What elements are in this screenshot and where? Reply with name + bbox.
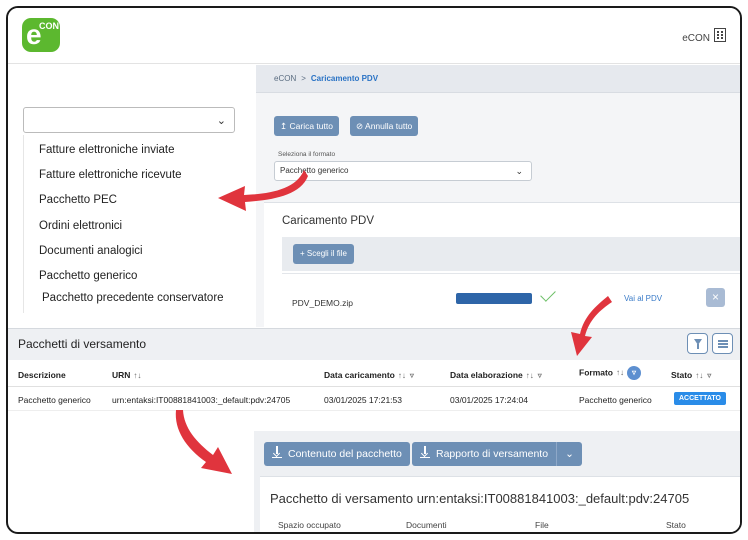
cancel-all-button[interactable]: ⊘ Annulla tutto <box>350 116 419 136</box>
cell-data-elaborazione: 03/01/2025 17:24:04 <box>450 395 528 405</box>
status-badge: ACCETTATO <box>674 392 726 405</box>
col-descrizione[interactable]: Descrizione <box>18 370 66 380</box>
plus-icon: + <box>300 249 305 258</box>
menu-icon <box>718 340 728 342</box>
sidebar-item-fatture-inviate[interactable]: Fatture elettroniche inviate <box>39 144 175 156</box>
pacchetti-header: Pacchetti di versamento <box>8 328 740 360</box>
col-data-elaborazione[interactable]: Data elaborazione ↑↓ ▿ <box>450 370 542 380</box>
col-data-elaborazione-label: Data elaborazione <box>450 370 523 380</box>
cell-urn: urn:entaksi:IT00881841003:_default:pdv:2… <box>112 395 291 405</box>
upload-panel: eCON > Caricamento PDV ↥ Carica tutto ⊘ An… <box>256 65 740 327</box>
upload-card: Caricamento PDV + Scegli il file PDV_DEM… <box>264 202 740 327</box>
file-row: PDV_DEMO.zip Vai al PDV × <box>282 273 740 325</box>
choose-file-label: Scegli il file <box>306 249 347 258</box>
col-descrizione-label: Descrizione <box>18 370 66 380</box>
sidebar-item-documenti-analogici[interactable]: Documenti analogici <box>39 245 143 257</box>
filter-icon[interactable]: ▿ <box>410 371 414 380</box>
cell-formato: Pacchetto generico <box>579 395 652 405</box>
sort-icon[interactable]: ↑↓ <box>526 371 534 380</box>
cancel-all-label: Annulla tutto <box>365 121 413 131</box>
report-button[interactable]: Rapporto di versamento ⌄ <box>412 442 582 466</box>
menu-divider <box>23 135 24 313</box>
progress-fill <box>456 293 532 304</box>
detail-card: Pacchetto di versamento urn:entaksi:IT00… <box>260 476 740 534</box>
sidebar-item-precedente-conservatore[interactable]: Pacchetto precedente conservatore <box>42 292 224 304</box>
detail-col-stato: Stato <box>666 520 686 530</box>
filter-active-icon[interactable]: ▿ <box>627 366 641 380</box>
filter-icon[interactable]: ▿ <box>538 371 542 380</box>
cell-descrizione: Pacchetto generico <box>18 395 91 405</box>
download-icon <box>272 446 282 458</box>
chevron-down-icon[interactable]: ⌄ <box>565 448 574 460</box>
upload-all-button[interactable]: ↥ Carica tutto <box>274 116 339 136</box>
sort-icon[interactable]: ↑↓ <box>695 371 703 380</box>
col-stato-label: Stato <box>671 370 693 380</box>
filter-icon <box>694 339 702 349</box>
sidebar-item-pacchetto-pec[interactable]: Pacchetto PEC <box>39 194 117 206</box>
col-data-caricamento-label: Data caricamento <box>324 370 395 380</box>
upload-card-title: Caricamento PDV <box>282 215 375 227</box>
app-window: e CON eCON ⌄ Fatture elettroniche inviat… <box>6 6 742 534</box>
choose-file-button[interactable]: + Scegli il file <box>293 244 354 264</box>
filter-icon[interactable]: ▿ <box>707 371 711 380</box>
package-content-button[interactable]: Contenuto del pacchetto <box>264 442 410 466</box>
format-label: Seleziona il formato <box>278 151 336 158</box>
remove-file-button[interactable]: × <box>706 288 725 307</box>
pacchetti-title: Pacchetti di versamento <box>18 337 147 351</box>
logo-superscript: CON <box>39 21 59 31</box>
col-data-caricamento[interactable]: Data caricamento ↑↓ ▿ <box>324 370 414 380</box>
format-value: Pacchetto generico <box>280 166 349 175</box>
sort-icon[interactable]: ↑↓ <box>133 371 141 380</box>
col-formato[interactable]: Formato ↑↓ ▿ <box>579 366 641 380</box>
upload-zone: + Scegli il file <box>282 237 740 271</box>
file-name: PDV_DEMO.zip <box>292 298 353 308</box>
detail-col-file: File <box>535 520 549 530</box>
format-select[interactable]: Pacchetto generico ⌄ <box>274 161 532 181</box>
cancel-icon: ⊘ <box>356 121 364 131</box>
breadcrumb: eCON > Caricamento PDV <box>274 74 378 83</box>
cell-data-caricamento: 03/01/2025 17:21:53 <box>324 395 402 405</box>
report-label: Rapporto di versamento <box>436 448 549 460</box>
split-divider <box>556 442 558 466</box>
building-icon[interactable] <box>714 28 726 42</box>
status-indicator <box>652 533 726 534</box>
breadcrumb-current: Caricamento PDV <box>310 74 379 83</box>
sidebar: ⌄ Fatture elettroniche inviate Fatture e… <box>8 65 254 327</box>
chevron-down-icon: ⌄ <box>216 115 226 127</box>
sort-icon[interactable]: ↑↓ <box>616 368 624 377</box>
col-stato[interactable]: Stato ↑↓ ▿ <box>671 370 711 380</box>
detail-col-documenti: Documenti <box>406 520 447 530</box>
sidebar-item-pacchetto-generico[interactable]: Pacchetto generico <box>39 270 137 282</box>
check-icon <box>540 286 556 302</box>
download-icon <box>420 446 430 458</box>
columns-button[interactable] <box>712 333 733 354</box>
package-content-label: Contenuto del pacchetto <box>288 448 402 460</box>
col-urn[interactable]: URN ↑↓ <box>112 370 141 380</box>
top-bar: e CON eCON <box>8 8 740 64</box>
company-label[interactable]: eCON <box>682 33 710 44</box>
econ-logo[interactable]: e CON <box>22 18 60 52</box>
detail-col-spazio: Spazio occupato <box>278 520 341 530</box>
breadcrumb-separator: > <box>301 74 306 83</box>
sidebar-select[interactable]: ⌄ <box>23 107 235 133</box>
detail-title: Pacchetto di versamento urn:entaksi:IT00… <box>270 491 690 506</box>
col-urn-label: URN <box>112 370 131 380</box>
breadcrumb-root[interactable]: eCON <box>274 74 296 83</box>
breadcrumb-bar: eCON > Caricamento PDV <box>256 65 740 93</box>
table-header: Descrizione URN ↑↓ Data caricamento ↑↓ ▿ Da… <box>8 361 740 387</box>
filter-button[interactable] <box>687 333 708 354</box>
upload-icon: ↥ <box>280 121 288 131</box>
table-row[interactable]: Pacchetto generico urn:entaksi:IT0088184… <box>8 387 740 411</box>
upload-progress <box>456 293 532 304</box>
chevron-down-icon: ⌄ <box>515 166 523 176</box>
sidebar-item-fatture-ricevute[interactable]: Fatture elettroniche ricevute <box>39 169 182 181</box>
col-formato-label: Formato <box>579 367 613 378</box>
sort-icon[interactable]: ↑↓ <box>398 371 406 380</box>
upload-all-label: Carica tutto <box>289 121 333 131</box>
view-pdv-link[interactable]: Vai al PDV <box>624 294 662 303</box>
sidebar-item-ordini-elettronici[interactable]: Ordini elettronici <box>39 220 122 232</box>
